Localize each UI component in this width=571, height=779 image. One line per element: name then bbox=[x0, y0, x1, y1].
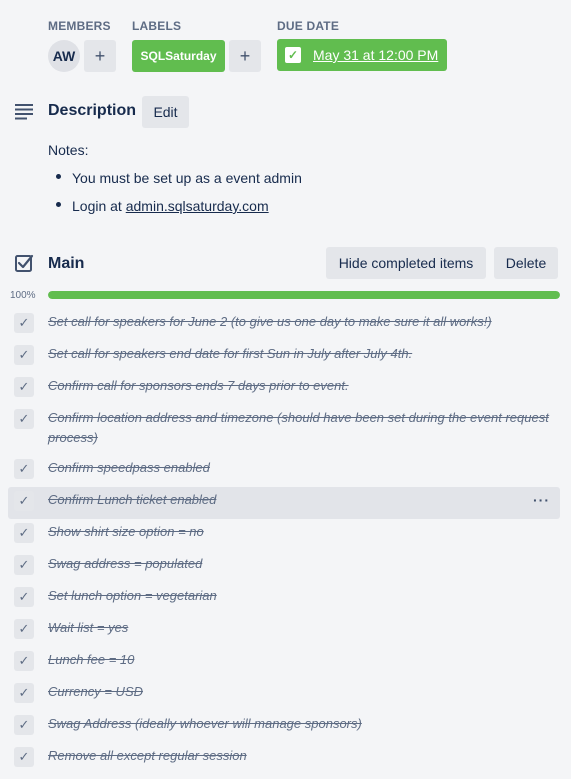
checklist-item-text[interactable]: Set call for speakers end date for first… bbox=[48, 344, 550, 364]
hide-completed-items-button[interactable]: Hide completed items bbox=[326, 247, 486, 279]
checklist-item-text[interactable]: Remove all except regular session bbox=[48, 746, 550, 766]
check-icon[interactable]: ✓ bbox=[14, 523, 34, 543]
check-icon[interactable]: ✓ bbox=[14, 747, 34, 767]
login-prefix: Login at bbox=[72, 198, 126, 214]
checklist-title: Main bbox=[48, 255, 85, 272]
checklist-item[interactable]: ✓ Remove all except regular session bbox=[8, 746, 560, 772]
checklist-item-text[interactable]: Wait list = yes bbox=[48, 618, 550, 638]
checklist-item-text[interactable]: Lunch fee = 10 bbox=[48, 650, 550, 670]
label-chip-sqlsaturday[interactable]: SQLSaturday bbox=[132, 40, 225, 72]
check-icon[interactable]: ✓ bbox=[14, 555, 34, 575]
add-label-button[interactable]: + bbox=[229, 40, 261, 72]
checklist-item-text[interactable]: Confirm call for sponsors ends 7 days pr… bbox=[48, 376, 550, 396]
member-avatar[interactable]: AW bbox=[48, 40, 80, 72]
check-icon[interactable]: ✓ bbox=[14, 409, 34, 429]
check-icon[interactable]: ✓ bbox=[14, 651, 34, 671]
checklist-item-text[interactable]: Set call for speakers for June 2 (to giv… bbox=[48, 312, 550, 332]
checklist-item[interactable]: ✓ Confirm call for sponsors ends 7 days p… bbox=[8, 376, 560, 402]
checklist-item-text[interactable]: Currency = USD bbox=[48, 682, 550, 702]
description-title: Description bbox=[48, 102, 137, 119]
checklist-item[interactable]: ✓ Confirm speedpass enabled bbox=[8, 458, 560, 484]
due-complete-checkbox[interactable]: ✓ bbox=[285, 47, 301, 63]
checklist-item[interactable]: ✓ Swag address = populated bbox=[8, 554, 560, 580]
more-horizontal-icon[interactable]: ··· bbox=[533, 492, 550, 508]
checklist-item-text[interactable]: Confirm Lunch ticket enabled bbox=[48, 490, 550, 510]
progress-bar-fill bbox=[48, 291, 560, 299]
bullet-dot bbox=[56, 174, 61, 179]
due-date-text[interactable]: May 31 at 12:00 PM bbox=[313, 47, 438, 63]
members-label: MEMBERS bbox=[48, 19, 111, 33]
notes-bullet-admin: You must be set up as a event admin bbox=[72, 170, 302, 186]
notes-bullet-login: Login at admin.sqlsaturday.com bbox=[72, 198, 269, 214]
checklist-item[interactable]: ✓ Currency = USD bbox=[8, 682, 560, 708]
check-icon[interactable]: ✓ bbox=[14, 459, 34, 479]
checklist-item[interactable]: ✓ Confirm location address and timezone (… bbox=[8, 408, 560, 452]
checklist-item[interactable]: ✓ Set lunch option = vegetarian bbox=[8, 586, 560, 612]
checklist-item-text[interactable]: Confirm location address and timezone (s… bbox=[48, 408, 550, 448]
check-icon[interactable]: ✓ bbox=[14, 377, 34, 397]
check-icon[interactable]: ✓ bbox=[14, 683, 34, 703]
checklist-item[interactable]: ✓ Set call for speakers for June 2 (to gi… bbox=[8, 312, 560, 338]
checklist-item[interactable]: ✓ Swag Address (ideally whoever will mana… bbox=[8, 714, 560, 740]
checklist-item[interactable]: ✓ Confirm Lunch ticket enabled ··· bbox=[8, 487, 560, 519]
notes-heading: Notes: bbox=[48, 142, 89, 158]
checklist-item-text[interactable]: Set lunch option = vegetarian bbox=[48, 586, 550, 606]
checklist-item-text[interactable]: Swag address = populated bbox=[48, 554, 550, 574]
add-member-button[interactable]: + bbox=[84, 40, 116, 72]
checklist-item[interactable]: ✓ Show shirt size option = no bbox=[8, 522, 560, 548]
checklist-item-text[interactable]: Confirm speedpass enabled bbox=[48, 458, 550, 478]
progress-percentage: 100% bbox=[10, 290, 36, 301]
edit-description-button[interactable]: Edit bbox=[142, 96, 189, 128]
checklist-item-text[interactable]: Swag Address (ideally whoever will manag… bbox=[48, 714, 550, 734]
check-icon[interactable]: ✓ bbox=[14, 345, 34, 365]
sqlsaturday-admin-link[interactable]: admin.sqlsaturday.com bbox=[126, 198, 269, 214]
check-icon[interactable]: ✓ bbox=[14, 313, 34, 333]
check-icon[interactable]: ✓ bbox=[14, 491, 34, 511]
checklist-item[interactable]: ✓ Lunch fee = 10 bbox=[8, 650, 560, 676]
checklist-item[interactable]: ✓ Set call for speakers end date for firs… bbox=[8, 344, 560, 370]
due-date-chip[interactable]: ✓ May 31 at 12:00 PM bbox=[277, 39, 447, 71]
checklist-checkbox-icon bbox=[15, 254, 34, 272]
progress-bar bbox=[48, 291, 560, 299]
labels-label: LABELS bbox=[132, 19, 182, 33]
checklist-item-text[interactable]: Show shirt size option = no bbox=[48, 522, 550, 542]
due-date-label: DUE DATE bbox=[277, 19, 340, 33]
check-icon[interactable]: ✓ bbox=[14, 715, 34, 735]
delete-checklist-button[interactable]: Delete bbox=[494, 247, 558, 279]
check-icon[interactable]: ✓ bbox=[14, 587, 34, 607]
checklist-item[interactable]: ✓ Wait list = yes bbox=[8, 618, 560, 644]
check-icon[interactable]: ✓ bbox=[14, 619, 34, 639]
description-lines-icon bbox=[15, 104, 33, 120]
bullet-dot bbox=[56, 202, 61, 207]
